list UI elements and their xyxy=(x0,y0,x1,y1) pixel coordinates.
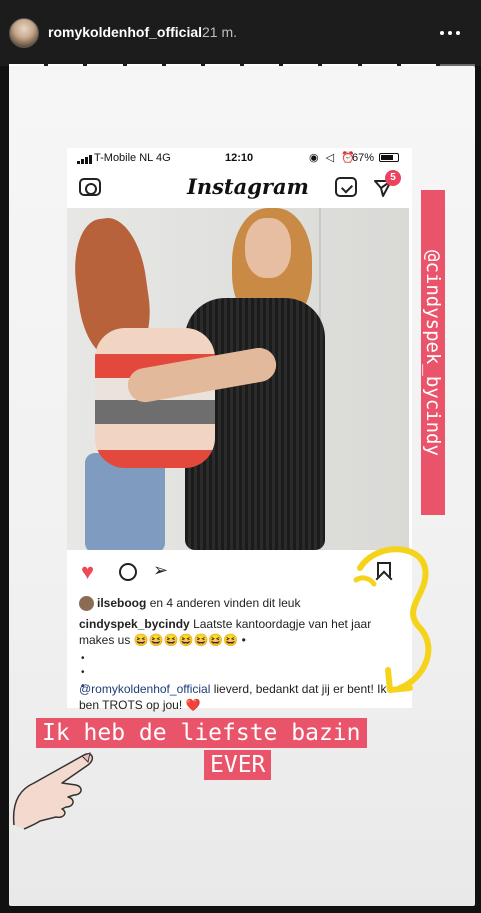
post-photo xyxy=(67,208,409,550)
comment-icon xyxy=(119,563,137,581)
heart-emoji: ❤️ xyxy=(185,698,201,712)
dm-badge: 5 xyxy=(385,170,401,186)
instagram-nav-bar: Instagram 5 xyxy=(67,170,412,208)
caption-author: cindyspek_bycindy xyxy=(79,617,190,631)
instagram-logo: Instagram xyxy=(187,174,309,199)
share-icon: ➢ xyxy=(153,560,169,580)
story-viewer[interactable]: romykoldenhof_official 21 m. T-Mobile NL… xyxy=(0,0,481,913)
igtv-icon xyxy=(335,177,357,197)
mention-sticker-text: @cindyspek_bycindy xyxy=(422,249,444,456)
story-time: 21 m. xyxy=(202,24,238,40)
mention-sticker[interactable]: @cindyspek_bycindy xyxy=(421,190,445,515)
avatar[interactable] xyxy=(9,18,39,48)
clock-label: 12:10 xyxy=(225,152,254,164)
heart-icon: ♥ xyxy=(81,559,95,584)
liker-avatar xyxy=(79,596,94,612)
status-icons: ◉ ◁ ⏰ xyxy=(309,152,357,164)
pointing-hand-icon xyxy=(12,752,94,830)
battery-icon xyxy=(379,153,399,162)
more-horizontal-icon[interactable] xyxy=(435,24,465,42)
likes-line: ilseboog en 4 anderen vinden dit leuk xyxy=(79,596,301,612)
mention-link: @romykoldenhof_official xyxy=(79,682,211,696)
yellow-arrow-drawing xyxy=(353,546,432,693)
liker-username: ilseboog xyxy=(97,596,147,610)
carrier-label: T-Mobile NL 4G xyxy=(94,152,171,164)
text-sticker-line2[interactable]: EVER xyxy=(204,750,272,780)
phone-status-bar: T-Mobile NL 4G 12:10 ◉ ◁ ⏰ 67% xyxy=(67,148,412,170)
story-username[interactable]: romykoldenhof_official xyxy=(48,24,202,40)
signal-icon xyxy=(77,155,92,164)
likes-text: en 4 anderen vinden dit leuk xyxy=(149,596,301,610)
battery-percent: 67% xyxy=(352,152,375,164)
camera-icon xyxy=(79,178,101,196)
story-header: romykoldenhof_official 21 m. xyxy=(0,0,481,67)
